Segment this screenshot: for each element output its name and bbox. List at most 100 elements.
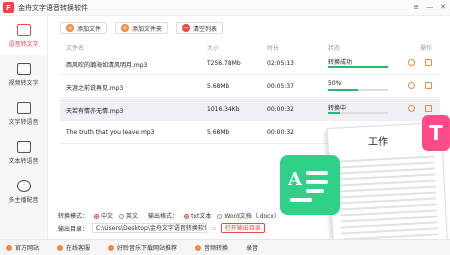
footer-label: 官方网站	[15, 245, 40, 252]
footer-support[interactable]: 在线客服	[57, 243, 90, 252]
plus-icon: +	[66, 24, 74, 32]
sidebar-item-label: 多主播配音	[8, 196, 39, 204]
close-icon[interactable]: ✕	[440, 3, 446, 11]
add-folder-button[interactable]: + 添加文件夹	[115, 22, 169, 34]
sidebar-item-label: 语音转文字	[8, 40, 39, 48]
add-folder-label: 添加文件夹	[132, 25, 163, 33]
minimize-icon[interactable]: —	[426, 3, 433, 11]
row-ops	[408, 59, 432, 66]
green-letter: A	[288, 169, 302, 190]
footer: 官方网站 在线客服 好聆音乐下载网站推荐 音频转换 录音	[0, 239, 450, 255]
doc-line	[306, 180, 328, 184]
footer-audio-convert[interactable]: 音频转换	[195, 243, 228, 252]
stop-icon[interactable]	[408, 82, 415, 89]
row-ops	[408, 105, 432, 112]
format-word-label: Word文档（.docx）	[224, 213, 280, 220]
sidebar-item-label: 视频转文字	[8, 79, 39, 87]
toolbar: + 添加文件 + 添加文件夹 − 清空列表	[60, 22, 224, 34]
add-file-button[interactable]: + 添加文件	[60, 22, 108, 34]
audio-icon	[195, 244, 202, 251]
file-name: 西风吹的瀚海如清风明月.mp3	[66, 62, 148, 69]
output-path-field[interactable]: C:\Users\Desktop\金舟文字语音转换软件	[92, 223, 208, 233]
col-status: 状态	[328, 45, 341, 52]
mode-en-label: 英文	[126, 213, 139, 220]
trash-icon: −	[182, 24, 191, 32]
play-icon[interactable]	[408, 105, 415, 112]
chat-icon	[57, 244, 64, 251]
file-size: 5.68Mb	[207, 129, 230, 136]
promo-illustration: 工作 A T	[280, 115, 450, 255]
progress-bar	[328, 66, 388, 68]
folder-icon[interactable]: ▭	[211, 225, 217, 232]
refresh-icon[interactable]	[408, 59, 415, 66]
sidebar-item-label: 文字转语音	[8, 118, 39, 126]
progress-bar	[328, 112, 388, 114]
doc-line	[306, 171, 328, 175]
trash-icon[interactable]	[425, 82, 432, 89]
file-duration: 00:00:32	[267, 106, 294, 113]
file-duration: 00:05:37	[267, 83, 294, 90]
table-row[interactable]: 天涯之前说再见.mp3 5.68Mb 00:05:37 50%	[60, 76, 440, 98]
sidebar-item-text-to-speech[interactable]: 文字转语音	[0, 94, 47, 133]
mode-en-radio[interactable]: 英文	[119, 211, 138, 220]
sidebar-item-speech-to-text[interactable]: 语音转文字	[0, 16, 47, 55]
music-icon	[108, 244, 115, 251]
title-bar: F 金舟文字语音转换软件 ≡ — ✕	[0, 0, 450, 16]
mode-label: 转换模式：	[58, 213, 89, 220]
open-folder-button[interactable]: 打开输出目录	[220, 223, 265, 233]
add-file-label: 添加文件	[77, 25, 102, 33]
sidebar-item-document-to-speech[interactable]: 文本转语音	[0, 133, 47, 172]
sidebar-item-video-to-text[interactable]: 视频转文字	[0, 55, 47, 94]
radio-icon	[119, 214, 125, 219]
format-txt-radio[interactable]: txt文本	[184, 211, 211, 220]
progress-fill	[328, 112, 340, 114]
row-ops	[408, 82, 432, 89]
app-logo: F	[3, 2, 14, 13]
output-label: 输出目录：	[58, 225, 89, 233]
radio-checked-icon	[94, 214, 100, 219]
col-duration: 时长	[267, 45, 280, 52]
footer-music-sites[interactable]: 好聆音乐下载网站推荐	[108, 243, 177, 252]
table-header: 文件名 大小 时长 状态 操作	[60, 41, 440, 52]
file-duration: 02:05:13	[267, 60, 294, 67]
col-size: 大小	[207, 45, 220, 52]
file-name: The truth that you leave.mp3	[66, 129, 155, 136]
format-label: 输出格式：	[148, 213, 179, 220]
text-doc-icon: A	[280, 155, 340, 215]
file-name: 天涯之前说再见.mp3	[66, 85, 124, 92]
text-t-icon: T	[422, 115, 450, 151]
footer-label: 音频转换	[204, 245, 229, 252]
video-to-text-icon	[16, 62, 31, 75]
sidebar-item-label: 文本转语音	[8, 157, 39, 165]
progress-bar	[328, 89, 388, 91]
trash-icon[interactable]	[425, 105, 432, 112]
menu-icon[interactable]: ≡	[413, 3, 419, 11]
file-size: T256.78Mb	[207, 60, 241, 67]
document-icon	[16, 140, 31, 153]
clear-list-button[interactable]: − 清空列表	[176, 22, 224, 34]
footer-label: 录音	[246, 245, 259, 252]
mode-cn-label: 中文	[101, 213, 114, 220]
footer-record[interactable]: 录音	[246, 243, 258, 252]
speech-to-text-icon	[16, 23, 31, 36]
footer-label: 好聆音乐下载网站推荐	[117, 245, 178, 252]
format-txt-label: txt文本	[191, 213, 212, 220]
format-word-radio[interactable]: Word文档（.docx）	[217, 211, 280, 220]
mode-cn-radio[interactable]: 中文	[94, 211, 113, 220]
file-status: 转换成功	[328, 59, 353, 66]
progress-fill	[328, 66, 388, 68]
radio-checked-icon	[184, 214, 190, 219]
progress-fill	[328, 89, 358, 91]
file-status: 50%	[328, 80, 342, 87]
doc-line	[306, 189, 324, 193]
text-to-speech-icon	[16, 101, 31, 114]
trash-icon[interactable]	[425, 59, 432, 66]
user-add-icon	[16, 179, 31, 192]
sidebar: 语音转文字 视频转文字 文字转语音 文本转语音 多主播配音	[0, 16, 48, 239]
col-name: 文件名	[66, 45, 85, 52]
footer-official-site[interactable]: 官方网站	[6, 243, 39, 252]
sidebar-item-multi-voice[interactable]: 多主播配音	[0, 172, 47, 211]
table-row[interactable]: 西风吹的瀚海如清风明月.mp3 T256.78Mb 02:05:13 转换成功	[60, 53, 440, 75]
file-name: 天若有情亦无情.mp3	[66, 108, 124, 115]
col-ops: 操作	[420, 45, 433, 52]
